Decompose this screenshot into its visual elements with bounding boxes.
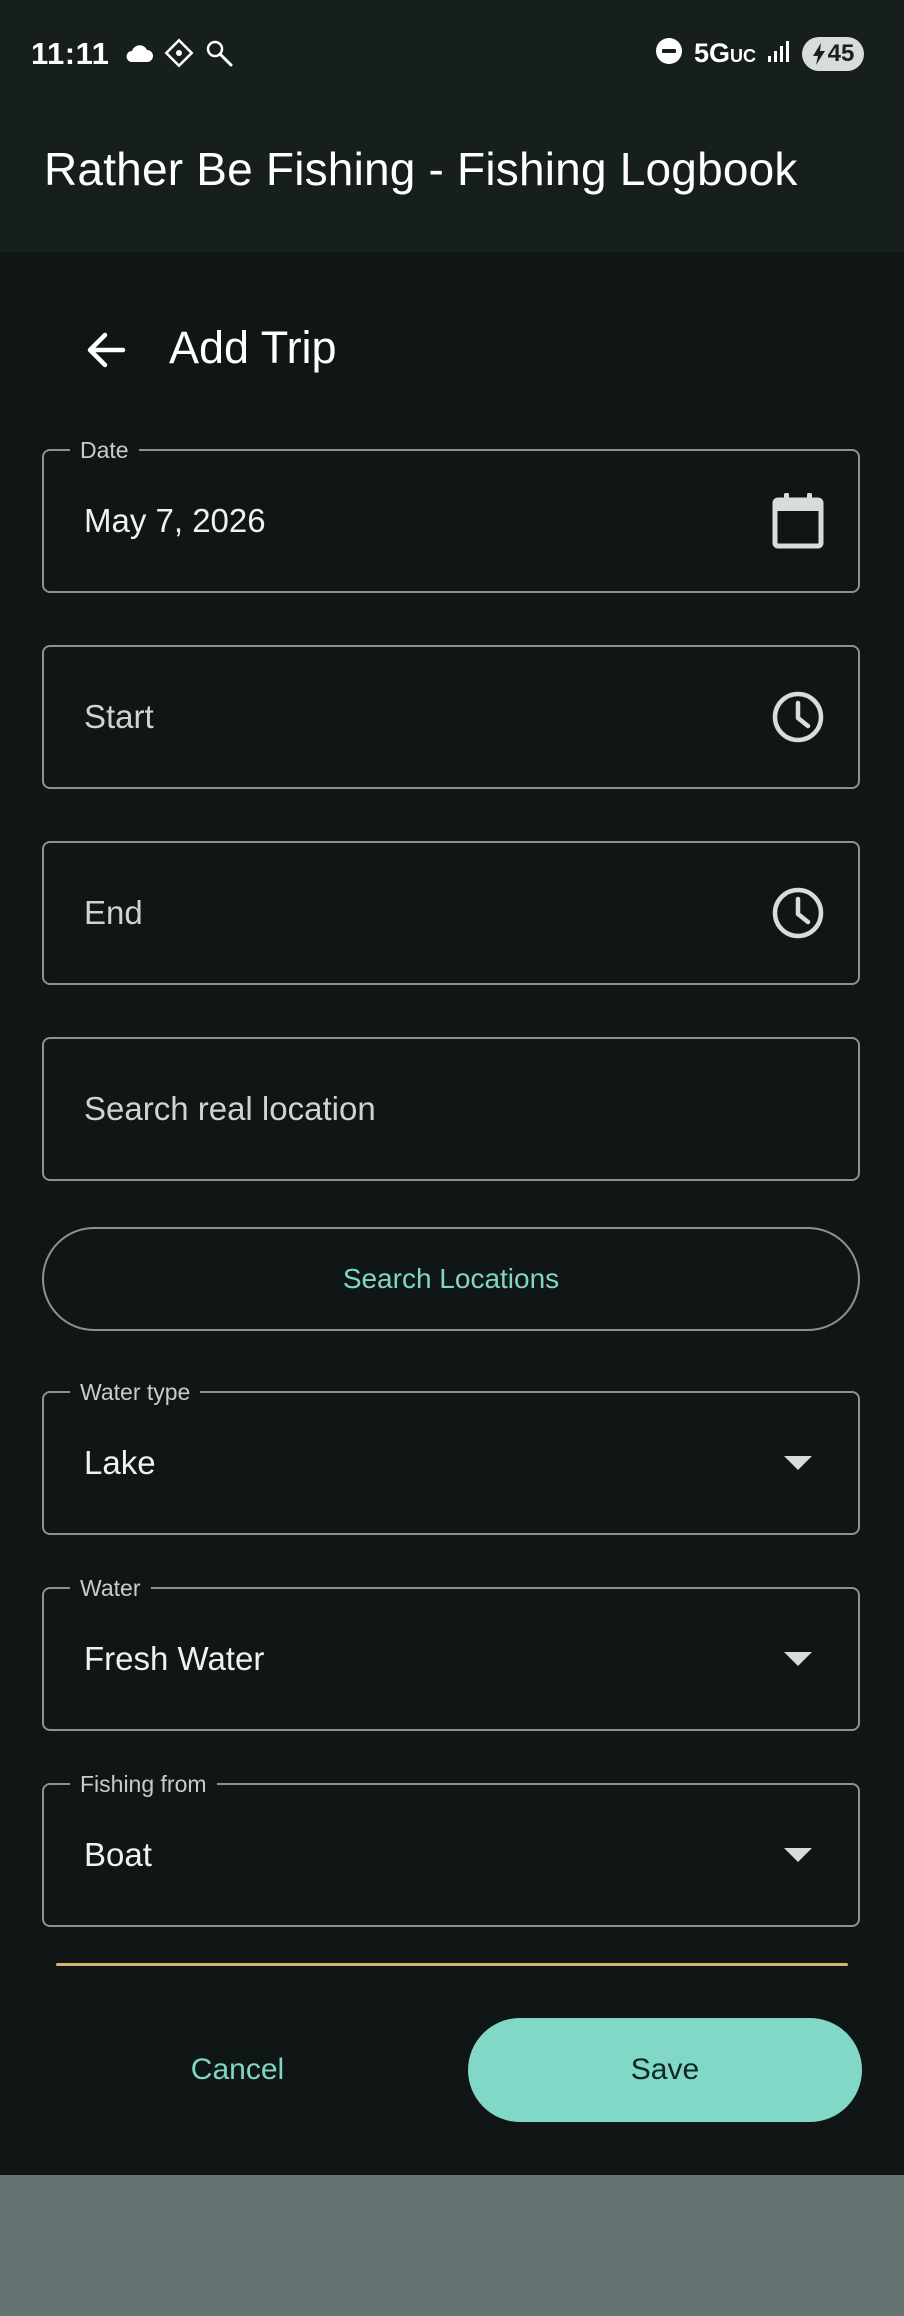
- fishing-from-label: Fishing from: [70, 1771, 217, 1797]
- system-nav-area: [0, 2175, 904, 2316]
- water-dropdown[interactable]: Water Fresh Water: [42, 1575, 860, 1731]
- app-title: Rather Be Fishing - Fishing Logbook: [44, 143, 798, 195]
- battery-indicator: 45: [802, 36, 864, 71]
- save-button[interactable]: Save: [468, 2018, 862, 2122]
- battery-level: 45: [827, 39, 855, 67]
- start-placeholder: Start: [84, 698, 154, 735]
- fishing-from-dropdown[interactable]: Fishing from Boat: [42, 1771, 860, 1927]
- location-search-input[interactable]: Search real location: [42, 1037, 860, 1181]
- page-title: Add Trip: [169, 322, 337, 373]
- cloud-icon: [124, 42, 154, 69]
- flashlight-icon: [204, 38, 234, 73]
- dropdown-arrow-icon[interactable]: [770, 1435, 826, 1491]
- network-type: 5GUC: [693, 38, 756, 68]
- date-field[interactable]: Date May 7, 2026: [42, 437, 860, 593]
- search-locations-button[interactable]: Search Locations: [42, 1227, 860, 1331]
- water-label: Water: [70, 1575, 151, 1601]
- status-icons-left: [124, 38, 234, 73]
- water-value: Fresh Water: [84, 1640, 265, 1677]
- back-button[interactable]: [78, 322, 134, 378]
- page-header: Add Trip: [0, 300, 904, 400]
- status-bar: 11:11 5GUC 45: [0, 0, 904, 110]
- status-icons-right: 5GUC 45: [654, 36, 864, 71]
- app-bar: Rather Be Fishing - Fishing Logbook: [0, 110, 904, 252]
- calendar-icon[interactable]: [770, 493, 826, 549]
- clock-icon[interactable]: [770, 689, 826, 745]
- vpn-badge-icon: [164, 38, 194, 73]
- charging-bolt-icon: [812, 42, 825, 65]
- start-time-field[interactable]: Start: [42, 645, 860, 789]
- do-not-disturb-icon: [654, 36, 684, 71]
- end-placeholder: End: [84, 894, 143, 931]
- water-type-dropdown[interactable]: Water type Lake: [42, 1379, 860, 1535]
- date-label: Date: [70, 437, 139, 463]
- status-time: 11:11: [31, 36, 110, 71]
- location-placeholder: Search real location: [84, 1090, 376, 1127]
- water-type-value: Lake: [84, 1444, 156, 1481]
- dropdown-arrow-icon[interactable]: [770, 1827, 826, 1883]
- end-time-field[interactable]: End: [42, 841, 860, 985]
- arrow-back-icon: [87, 332, 126, 368]
- cancel-button[interactable]: Cancel: [130, 2030, 345, 2110]
- water-type-label: Water type: [70, 1379, 201, 1405]
- dropdown-arrow-icon[interactable]: [770, 1631, 826, 1687]
- signal-icon: [766, 38, 792, 69]
- fishing-from-value: Boat: [84, 1836, 152, 1873]
- date-value: May 7, 2026: [84, 502, 266, 539]
- clock-icon[interactable]: [770, 885, 826, 941]
